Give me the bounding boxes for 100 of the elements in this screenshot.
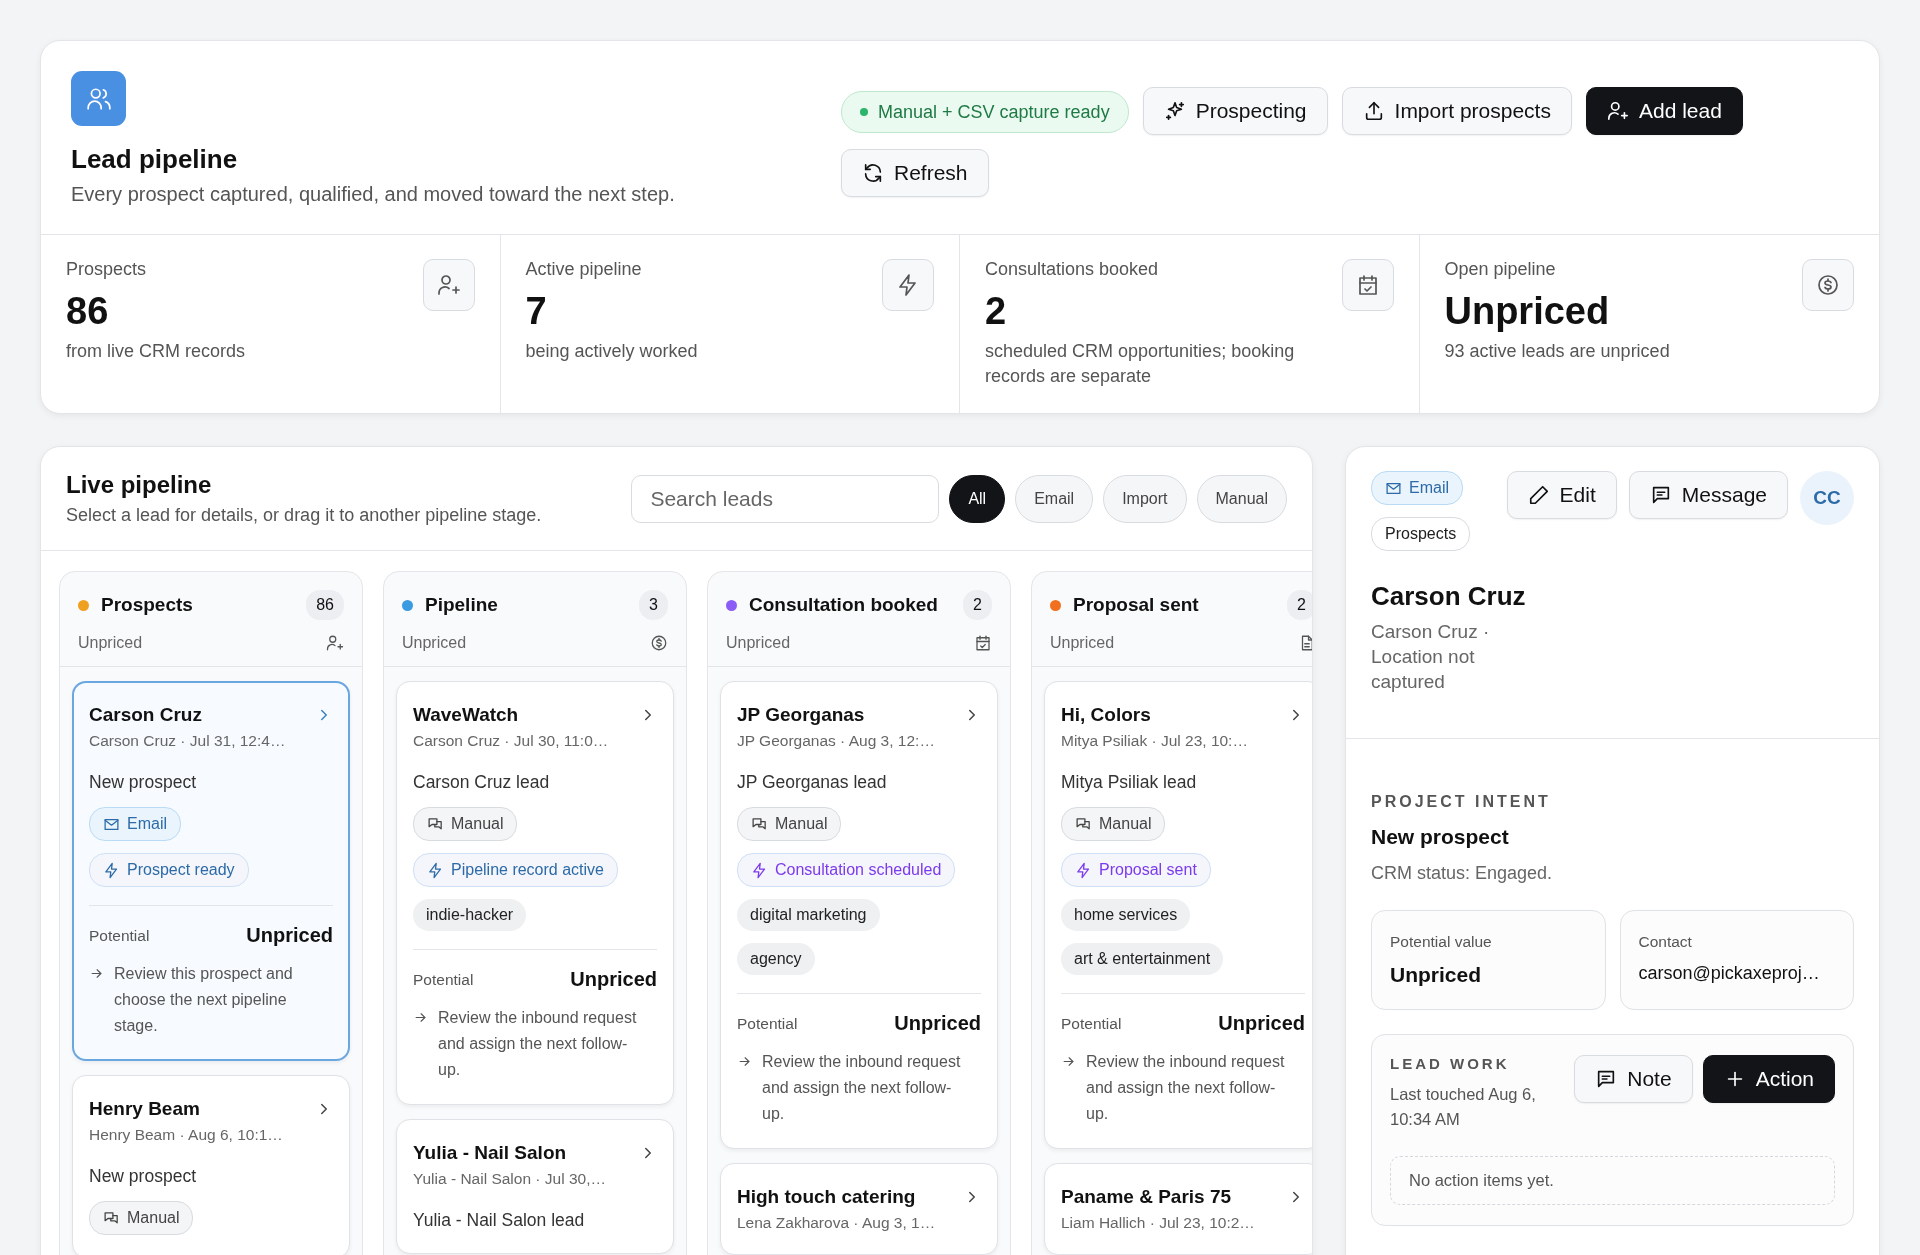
lead-meta: Henry Beam · Aug 6, 10:1… <box>89 1126 284 1145</box>
stat-label: Consultations booked <box>985 259 1160 280</box>
potential-value: Unpriced <box>246 924 333 948</box>
lead-summary: New prospect <box>89 1166 197 1188</box>
lead-card[interactable]: Hi, Colors Mitya Psiliak · Jul 23, 10:… Mitya Psiliak lead Manual Proposal sent home services art & entertainment Potential Unpriced Review the inbound request and assign the next follow-up. <box>1044 681 1312 1150</box>
calendar-icon <box>974 634 992 653</box>
lead-name: Hi, Colors <box>1061 704 1151 727</box>
column-title: Prospects <box>101 594 194 617</box>
lead-name: Henry Beam <box>89 1098 200 1121</box>
stat-label: Open pipeline <box>1444 259 1557 280</box>
tag-chip: Consultation scheduled <box>737 853 956 888</box>
crm-status: CRM status: Engaged. <box>1371 863 1554 885</box>
potential-value: Unpriced <box>894 1012 981 1036</box>
action-button[interactable]: Import prospects <box>1341 87 1572 135</box>
potential-label: Potential <box>89 926 150 945</box>
lightning-icon <box>882 259 934 311</box>
stat-value: 2 <box>985 290 1008 333</box>
column-title: Proposal sent <box>1073 594 1200 617</box>
stat-value: 7 <box>525 290 548 333</box>
lead-card[interactable]: High touch catering Lena Zakharova · Aug 3, 1… <box>720 1163 998 1255</box>
field-value: Unpriced <box>1390 963 1482 988</box>
tag-chip: Manual <box>413 807 518 842</box>
lead-card[interactable]: WaveWatch Carson Cruz · Jul 30, 11:0… Carson Cruz lead Manual Pipeline record active indie-hacker Potential Unpriced Review the inbound request and assign the next follow-up. <box>396 681 674 1106</box>
lead-name: Carson Cruz <box>89 704 202 727</box>
column-title: Pipeline <box>425 594 499 617</box>
pencil-icon <box>1527 484 1550 507</box>
filter-chip[interactable]: Manual <box>1196 474 1287 523</box>
action-button[interactable]: Action <box>1702 1055 1835 1104</box>
lead-name: High touch catering <box>737 1186 916 1209</box>
potential-label: Potential <box>737 1014 798 1033</box>
page-title: Lead pipeline <box>71 144 239 175</box>
action-button[interactable]: Note <box>1574 1055 1693 1104</box>
next-step: Review this prospect and choose the next pipeline stage. <box>114 961 321 1039</box>
field-label: Contact <box>1638 933 1693 952</box>
stat-note: 93 active leads are unpriced <box>1444 340 1670 363</box>
count-badge: 86 <box>306 590 344 621</box>
action-button[interactable]: Refresh <box>841 149 989 197</box>
next-step: Review the inbound request and assign the next follow-up. <box>1086 1049 1293 1127</box>
tag-chip: Email <box>89 807 181 842</box>
lead-summary: JP Georganas lead <box>737 772 888 794</box>
stat-note: being actively worked <box>525 340 698 363</box>
user-plus-icon <box>1606 100 1629 122</box>
tag-chip: agency <box>737 943 815 976</box>
lead-meta: Yulia - Nail Salon · Jul 30,… <box>413 1170 607 1189</box>
column-subtitle: Unpriced <box>726 634 791 653</box>
avatar: CC <box>1800 471 1854 526</box>
lead-name: Carson Cruz <box>1371 581 1527 613</box>
calendar-icon <box>1341 259 1394 311</box>
lightning-icon <box>103 861 120 879</box>
stat-label: Prospects <box>66 259 148 280</box>
next-step: Review the inbound request and assign the next follow-up. <box>438 1005 645 1083</box>
field-label: Potential value <box>1390 933 1493 952</box>
lead-summary: Yulia - Nail Salon lead <box>413 1210 586 1232</box>
lead-card[interactable]: Yulia - Nail Salon Yulia - Nail Salon · Jul 30,… Yulia - Nail Salon lead <box>396 1119 674 1255</box>
section-label: LEAD WORK <box>1390 1055 1511 1073</box>
lead-location: Carson Cruz · Location not captured <box>1371 620 1491 694</box>
user-plus-icon <box>326 634 344 653</box>
lead-meta: Carson Cruz · Jul 31, 12:4… <box>89 732 287 751</box>
column-subtitle: Unpriced <box>1050 634 1115 653</box>
tag-chip: Proposal sent <box>1061 853 1211 888</box>
lead-meta: JP Georganas · Aug 3, 12:… <box>737 732 936 751</box>
filter-chip[interactable]: Import <box>1103 474 1187 523</box>
tag-chip: Pipeline record active <box>413 853 618 888</box>
filter-chip[interactable]: All <box>949 474 1006 523</box>
count-badge: 2 <box>963 590 992 621</box>
lead-meta: Liam Hallich · Jul 23, 10:2… <box>1061 1214 1256 1233</box>
panel-subtitle: Select a lead for details, or drag it to another pipeline stage. <box>66 505 542 527</box>
potential-label: Potential <box>1061 1014 1122 1033</box>
dollar-icon <box>650 634 668 653</box>
dollar-icon <box>1802 259 1854 311</box>
lead-meta: Lena Zakharova · Aug 3, 1… <box>737 1214 937 1233</box>
potential-value: Unpriced <box>570 968 657 992</box>
section-label: PROJECT INTENT <box>1371 793 1552 812</box>
empty-message: No action items yet. <box>1390 1155 1835 1205</box>
search-field[interactable]: Search leads <box>631 474 940 523</box>
lead-meta: Mitya Psiliak · Jul 23, 10:… <box>1061 732 1249 751</box>
last-touched: Last touched Aug 6, 10:34 AM <box>1390 1084 1537 1131</box>
count-badge: 2 <box>1287 590 1312 621</box>
action-button[interactable]: Add lead <box>1585 87 1743 135</box>
filter-chip[interactable]: Email <box>1015 474 1094 523</box>
tag-chip: Manual <box>89 1201 194 1236</box>
tag-chip: art & entertainment <box>1061 943 1224 976</box>
lead-card[interactable]: Paname & Paris 75 Liam Hallich · Jul 23, 10:2… <box>1044 1163 1312 1255</box>
lightning-icon <box>1075 861 1092 879</box>
stat-note: scheduled CRM opportunities; booking records are separate <box>985 340 1296 389</box>
action-button[interactable]: Edit <box>1506 471 1617 520</box>
lead-card[interactable]: Carson Cruz Carson Cruz · Jul 31, 12:4… New prospect Email Prospect ready Potential Unpriced Review this prospect and choose the next pipeline stage. <box>72 681 350 1062</box>
action-button[interactable]: Message <box>1628 471 1788 520</box>
potential-value: Unpriced <box>1218 1012 1305 1036</box>
status-badge: Manual + CSV capture ready <box>841 91 1129 133</box>
page-subtitle: Every prospect captured, qualified, and moved toward the next step. <box>71 183 676 206</box>
intent-title: New prospect <box>1371 825 1510 850</box>
action-button[interactable]: Prospecting <box>1142 87 1328 135</box>
user-plus-icon <box>422 259 475 311</box>
lead-name: WaveWatch <box>413 704 519 727</box>
panel-title: Live pipeline <box>66 471 213 500</box>
stat-value: 86 <box>66 290 110 333</box>
tag-chip: home services <box>1061 899 1191 932</box>
lead-card[interactable]: Henry Beam Henry Beam · Aug 6, 10:1… New prospect Manual <box>72 1075 350 1255</box>
lead-card[interactable]: JP Georganas JP Georganas · Aug 3, 12:… JP Georganas lead Manual Consultation scheduled digital marketing agency Potential Unpriced Review the inbound request and assign the next follow-up. <box>720 681 998 1150</box>
